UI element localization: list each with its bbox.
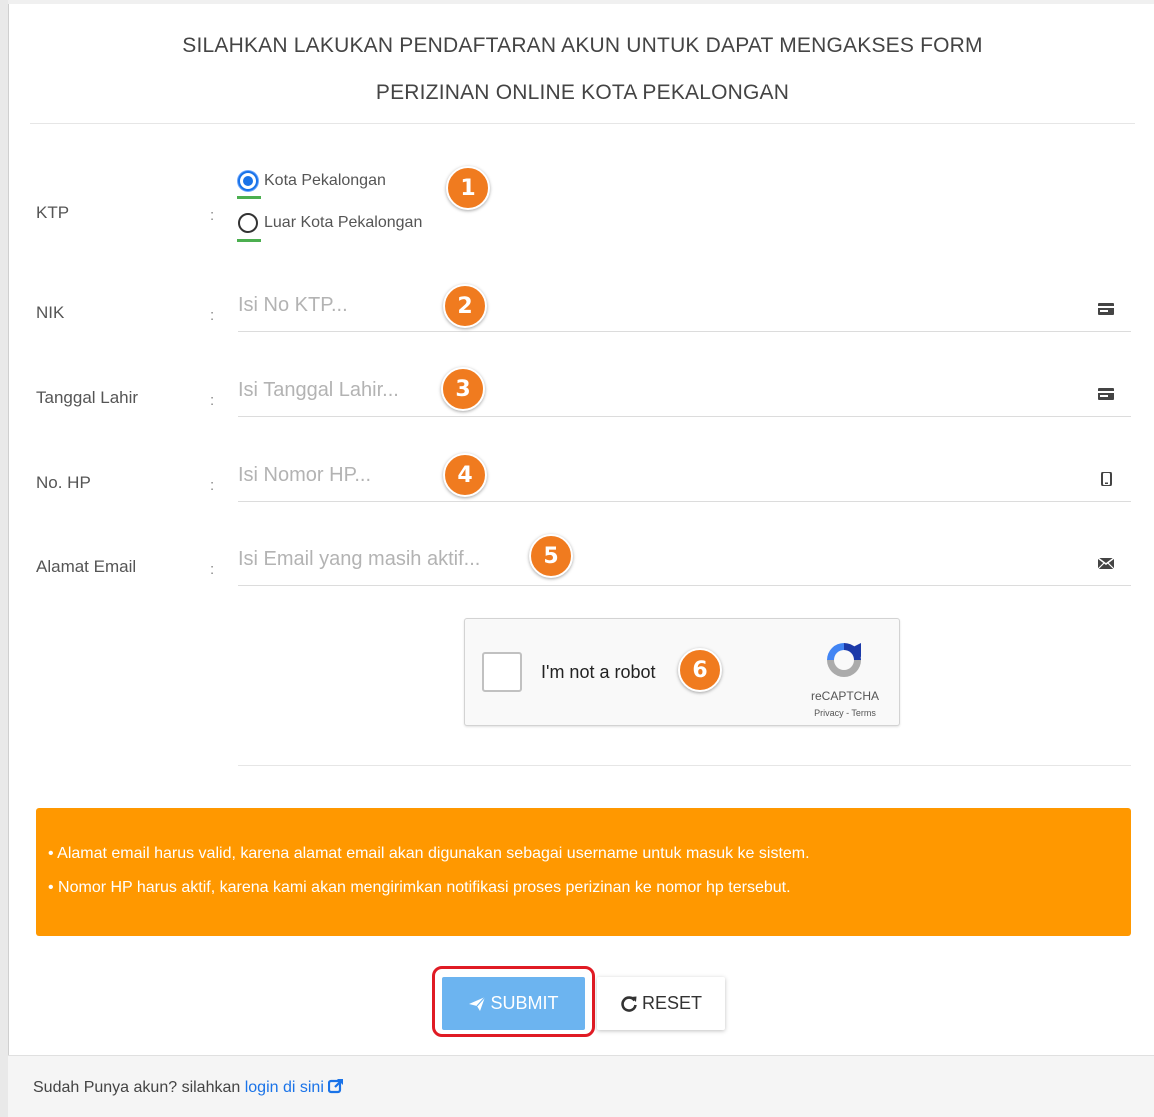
- no-hp-input[interactable]: Isi Nomor HP...: [238, 450, 1131, 502]
- radio-unchecked-icon[interactable]: [238, 213, 258, 233]
- alert-line-email: • Alamat email harus valid, karena alama…: [48, 845, 810, 862]
- tanggal-lahir-placeholder: Isi Tanggal Lahir...: [238, 379, 399, 401]
- footer-prompt: Sudah Punya akun? silahkan: [33, 1079, 241, 1096]
- no-hp-placeholder: Isi Nomor HP...: [238, 464, 371, 486]
- radio-underline: [237, 239, 261, 242]
- footer-panel: Sudah Punya akun? silahkan login di sini: [8, 1055, 1154, 1117]
- page-title-line2: PERIZINAN ONLINE KOTA PEKALONGAN: [375, 81, 790, 104]
- nik-placeholder: Isi No KTP...: [238, 294, 348, 316]
- nik-colon: :: [210, 307, 215, 324]
- refresh-icon: [621, 995, 637, 1012]
- submit-label: SUBMIT: [490, 993, 559, 1013]
- form-divider: [238, 765, 1131, 766]
- login-link[interactable]: login di sini: [245, 1079, 324, 1096]
- submit-button[interactable]: SUBMIT: [442, 977, 585, 1030]
- ktp-colon: :: [210, 207, 215, 224]
- id-card-icon: [1098, 388, 1114, 400]
- info-alert: • Alamat email harus valid, karena alama…: [36, 808, 1131, 936]
- radio-luar-kota-label: Luar Kota Pekalongan: [264, 214, 423, 231]
- annotation-badge-3: 3: [441, 367, 485, 411]
- tanggal-lahir-colon: :: [210, 392, 215, 409]
- radio-kota-pekalongan[interactable]: Kota Pekalongan: [238, 171, 386, 191]
- recaptcha-logo-icon: [827, 643, 861, 677]
- radio-luar-kota-pekalongan[interactable]: Luar Kota Pekalongan: [238, 213, 422, 233]
- no-hp-label: No. HP: [36, 473, 91, 492]
- annotation-badge-1: 1: [446, 166, 490, 210]
- tanggal-lahir-label: Tanggal Lahir: [36, 388, 139, 407]
- reset-button[interactable]: RESET: [597, 977, 725, 1030]
- page-title-line1: SILAHKAN LAKUKAN PENDAFTARAN AKUN UNTUK …: [182, 34, 983, 57]
- email-label: Alamat Email: [36, 557, 137, 576]
- recaptcha-privacy-terms[interactable]: Privacy - Terms: [795, 708, 895, 718]
- email-input[interactable]: Isi Email yang masih aktif...: [238, 534, 1131, 586]
- window-top-border: [8, 0, 1154, 4]
- id-card-icon: [1098, 303, 1114, 315]
- title-divider: [30, 123, 1135, 124]
- radio-underline: [237, 196, 261, 199]
- email-colon: :: [210, 561, 215, 578]
- no-hp-colon: :: [210, 477, 215, 494]
- external-link-icon[interactable]: [328, 1078, 344, 1094]
- window-left-border: [0, 0, 9, 1117]
- nik-label: NIK: [36, 303, 65, 322]
- email-placeholder: Isi Email yang masih aktif...: [238, 548, 481, 570]
- envelope-icon: [1097, 557, 1115, 570]
- footer-text: Sudah Punya akun? silahkan login di sini: [33, 1078, 344, 1097]
- alert-line-hp: • Nomor HP harus aktif, karena kami akan…: [48, 879, 791, 896]
- annotation-badge-5: 5: [529, 534, 573, 578]
- tanggal-lahir-input[interactable]: Isi Tanggal Lahir...: [238, 365, 1131, 417]
- recaptcha-text: I'm not a robot: [541, 662, 656, 682]
- recaptcha-checkbox[interactable]: [482, 652, 522, 692]
- annotation-badge-6: 6: [678, 648, 722, 692]
- ktp-label: KTP: [36, 203, 70, 222]
- radio-kota-pekalongan-label: Kota Pekalongan: [264, 172, 386, 189]
- nik-input[interactable]: Isi No KTP...: [238, 280, 1131, 332]
- radio-checked-icon[interactable]: [238, 171, 258, 191]
- reset-label: RESET: [641, 993, 702, 1013]
- mobile-phone-icon: [1101, 472, 1112, 486]
- paper-plane-icon: [469, 996, 486, 1011]
- annotation-badge-2: 2: [443, 284, 487, 328]
- recaptcha-brand: reCAPTCHA: [810, 689, 879, 703]
- annotation-badge-4: 4: [443, 453, 487, 497]
